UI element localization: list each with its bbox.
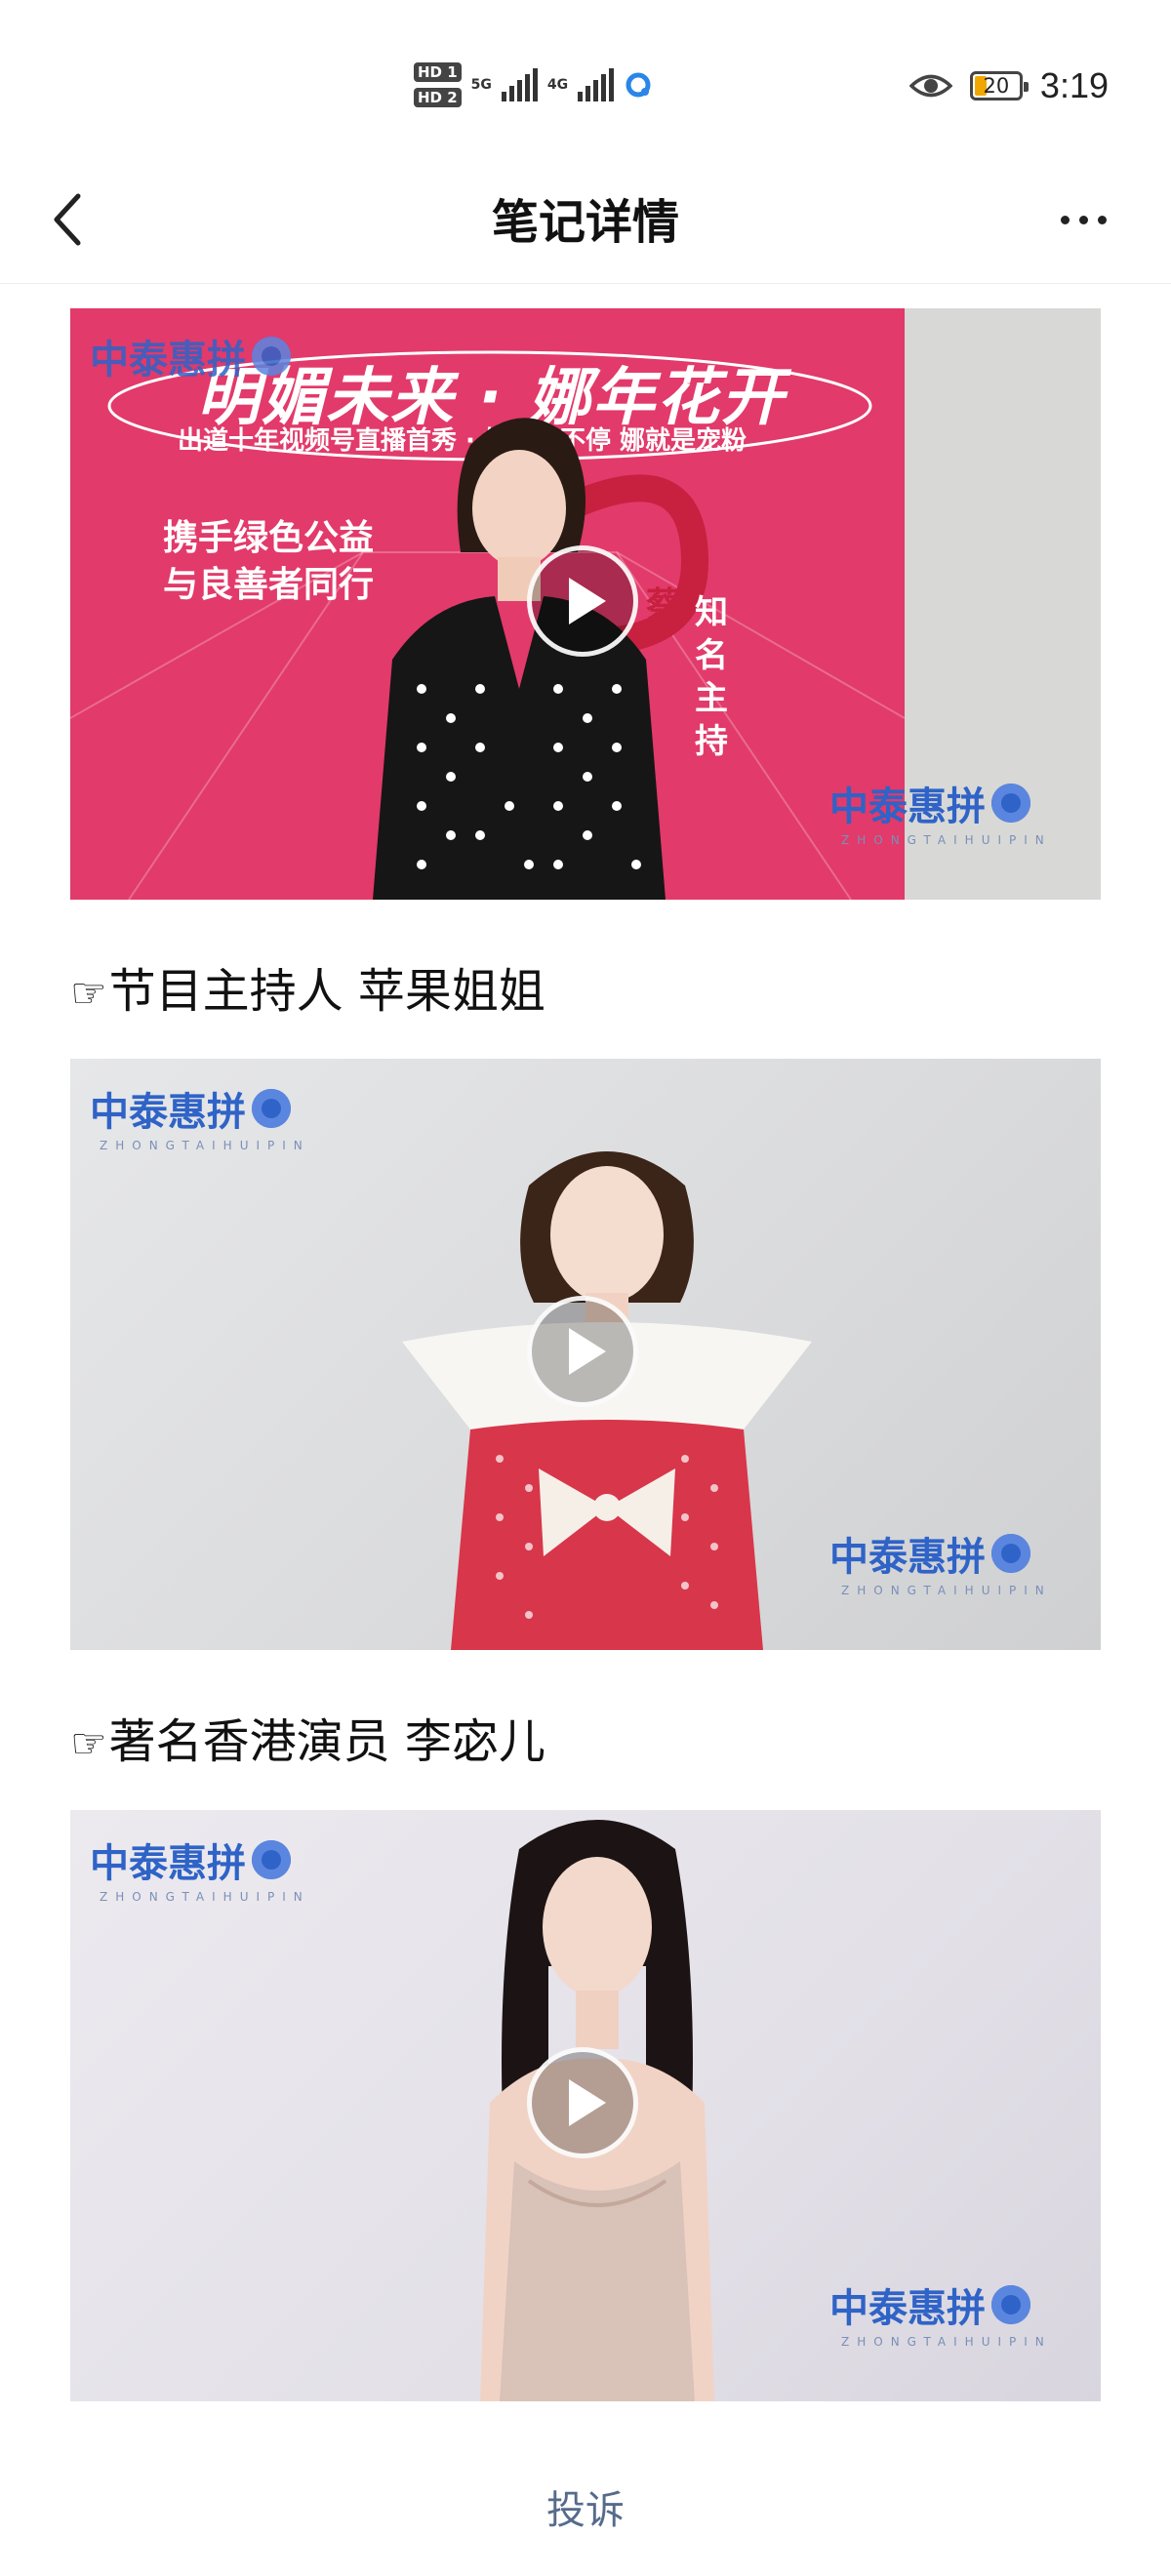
brand-logo: 中泰惠拼 (829, 1525, 1030, 1582)
brand-logo-sub: ZHONGTAIHUIPIN (100, 1890, 310, 1904)
status-left: HD 1 HD 2 5G 4G (414, 51, 653, 119)
video-caption-2: ☞著名香港演员 李宓儿 (70, 1714, 545, 1769)
more-dots-icon (1060, 215, 1070, 224)
status-right: 20 3:19 (909, 59, 1109, 113)
brand-logo: 中泰惠拼 (829, 775, 1030, 831)
battery-icon: 20 (969, 71, 1029, 101)
brand-logo-sub: ZHONGTAIHUIPIN (841, 2335, 1052, 2349)
eye-icon (909, 74, 952, 98)
battery-level: 20 (983, 74, 1010, 98)
clock-time: 3:19 (1039, 65, 1109, 105)
brand-logo: 中泰惠拼 (829, 2276, 1030, 2333)
video-player-2[interactable]: 中泰惠拼 ZHONGTAIHUIPIN 中泰惠拼 ZHONGTAIHUIPIN (70, 1059, 1101, 1650)
sim-indicators: HD 1 HD 2 (414, 62, 462, 107)
video-caption-1: ☞节目主持人 苹果姐姐 (70, 964, 545, 1019)
pointing-hand-icon: ☞ (70, 969, 107, 1017)
play-button[interactable] (527, 545, 638, 657)
complaint-link[interactable]: 投诉 (0, 2478, 1171, 2535)
brand-logo: 中泰惠拼 (90, 1831, 291, 1888)
sim1-badge: HD 1 (414, 62, 462, 82)
nav-bar: 笔记详情 (0, 156, 1171, 284)
signal-icon (578, 68, 615, 101)
video-player-1[interactable]: 明媚未来 · 娜年花开 出道十年视频号直播首秀 · 好礼抽不停 娜就是宠粉 携手… (70, 308, 1101, 900)
brand-logo: 中泰惠拼 (90, 328, 291, 384)
video-player-3[interactable]: 中泰惠拼 ZHONGTAIHUIPIN 中泰惠拼 ZHONGTAIHUIPIN (70, 1810, 1101, 2401)
network-4g-label: 4G (546, 77, 569, 93)
page-title: 笔记详情 (491, 195, 679, 250)
brand-logo-sub: ZHONGTAIHUIPIN (841, 1584, 1052, 1597)
network-5g-label: 5G (470, 77, 492, 93)
brand-logo: 中泰惠拼 (90, 1080, 291, 1137)
data-sync-icon (626, 72, 651, 98)
play-button[interactable] (527, 1296, 638, 1407)
brand-logo-sub: ZHONGTAIHUIPIN (100, 1139, 310, 1152)
pointing-hand-icon: ☞ (70, 1719, 107, 1767)
signal-icon (501, 68, 538, 101)
more-button[interactable] (1044, 190, 1122, 249)
play-button[interactable] (527, 2047, 638, 2158)
brand-logo-sub: ZHONGTAIHUIPIN (841, 833, 1052, 847)
sim2-badge: HD 2 (414, 88, 462, 107)
status-bar: HD 1 HD 2 5G 4G 20 3:19 (0, 0, 1171, 156)
